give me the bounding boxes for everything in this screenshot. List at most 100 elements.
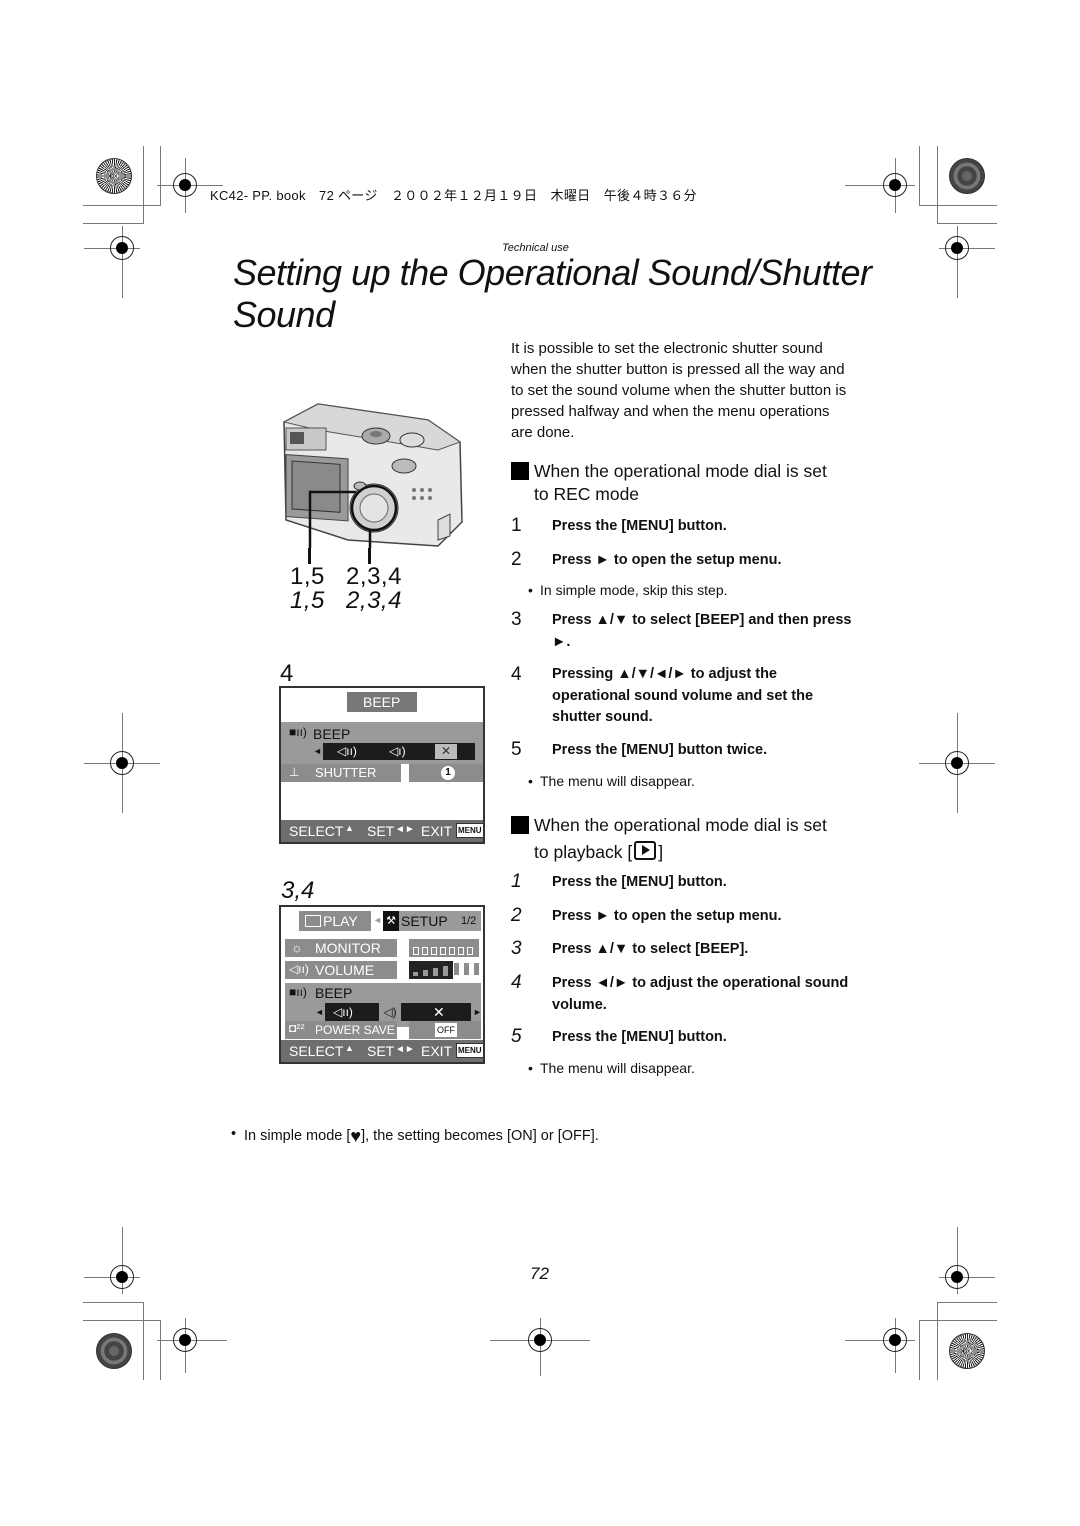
callout-menu-steps: 1,5 [290,563,325,590]
step-number: 5 [511,1026,522,1047]
crop-line [919,205,997,206]
volume-segment-filled [413,972,418,976]
volume-segment-filled [443,966,448,976]
updown-icon: ▲ [345,823,354,833]
beep-label: BEEP [313,726,351,742]
playback-section-heading: When the operational mode dial is set to… [511,812,856,866]
section-bullet-icon [511,816,529,834]
step-text: Press the [MENU] button. [552,874,727,890]
lcd-footer: SELECT ▲ SET ◄► EXIT MENU [281,1040,484,1062]
shutter-sound-value[interactable]: 1 [441,766,455,780]
footer-exit: EXIT [421,1043,453,1059]
dial-registration-mark [949,158,985,194]
note-prefix: In simple mode [ [244,1128,351,1144]
intro-paragraph: It is possible to set the electronic shu… [511,340,847,441]
tab-play-label: PLAY [323,913,358,929]
step-text: Press ► to open the setup menu. [552,552,782,568]
simple-mode-note: In simple mode [♥], the setting becomes … [231,1126,599,1147]
footer-exit: EXIT [421,823,453,839]
callout-cursor-steps: 2,3,4 [346,563,402,590]
shutter-label: SHUTTER [315,765,377,780]
crop-line [160,146,161,206]
footer-set: SET [367,1043,395,1059]
crop-line [83,1320,161,1321]
playback-heading-prefix: to playback [ [534,842,633,862]
arrow-left-icon: ◄ [315,1007,324,1017]
crop-line [919,146,920,206]
lcd-title: BEEP [363,694,401,710]
step-text: Press ▲/▼ to select [BEEP] and then pres… [552,612,852,650]
page-indicator: 1/2 [461,915,477,927]
step-text: Press ▲/▼ to select [BEEP]. [552,941,749,957]
monitor-label: MONITOR [315,940,381,956]
camera-callout-line [308,548,311,564]
section-bullet-icon [511,462,529,480]
footer-select: SELECT [289,1043,344,1059]
step-number: 3 [511,938,522,959]
lcd-beep-screen: BEEP ■ıı) BEEP ◄ ◁ıı) ◁ı) ✕ ⊥ SHUTTER 1 … [279,686,485,844]
arrow-left-icon: ◄ [373,915,382,925]
menu-badge: MENU [456,823,484,838]
playback-heading-suffix: ] [658,842,664,862]
step-number: 4 [511,664,522,685]
volume-segment-empty [453,962,460,976]
rec-heading-line2: to REC mode [534,484,640,504]
speaker-icon: ◁ıı) [289,962,309,976]
camera-illustration [282,403,463,548]
callout-cursor-steps: 2,3,4 [346,587,402,614]
monitor-tick [422,947,428,955]
crop-line [143,146,144,224]
volume-segment-empty [473,962,480,976]
lcd-playback-label: 3,4 [281,877,315,904]
rec-note-simple-mode: In simple mode, skip this step. [528,582,728,598]
power-save-label: POWER SAVE [315,1023,395,1037]
speaker-loud-icon: ◁ıı) [337,744,357,758]
crop-line [937,1302,997,1303]
step-number: 1 [511,515,522,536]
speaker-mute-icon: ✕ [433,1004,445,1020]
heart-icon: ♥ [350,1126,362,1146]
starburst-registration-mark [96,158,132,194]
step-number: 5 [511,739,522,760]
step-number: 1 [511,871,522,892]
monitor-tick [449,947,455,955]
leftright-icon: ◄► [395,824,415,835]
shutter-icon: ⊥ [289,765,300,779]
volume-segment-filled [423,970,428,976]
tab-setup-label: SETUP [401,913,448,929]
crop-line [143,1302,144,1380]
step-number: 2 [511,549,522,570]
crop-line [83,223,144,224]
step-number: 3 [511,609,522,630]
monitor-tick [458,947,464,955]
arrow-left-icon: ◄ [313,746,322,756]
step-text: Press the [MENU] button. [552,1029,727,1045]
monitor-tick [413,947,419,955]
menu-badge: MENU [456,1043,484,1058]
page-number: 72 [530,1264,549,1283]
speaker-soft-icon-selected: ◁) [379,1003,401,1021]
crop-line [937,1302,938,1380]
step-text: Pressing ▲/▼/◄/► to adjust the operation… [552,666,814,725]
rec-heading-line1: When the operational mode dial is set [534,461,827,481]
monitor-tick [440,947,446,955]
dial-registration-mark [96,1333,132,1369]
step-number: 4 [511,972,522,993]
callout-menu-steps: 1,5 [290,587,325,614]
crop-line [919,1320,920,1380]
monitor-tick [431,947,437,955]
callout-playback-mode: 1,5 2,3,4 [290,587,402,615]
playback-heading-line1: When the operational mode dial is set [534,815,827,835]
rec-note-menu-disappear: The menu will disappear. [528,773,695,789]
print-header: KC42- PP. book 72 ページ ２００２年１２月１９日 木曜日 午後… [210,188,697,203]
beep-icon: ■ıı) [289,725,307,739]
step-number: 2 [511,905,522,926]
step-text: Press the [MENU] button. [552,518,727,534]
step-text: Press ◄/► to adjust the operational soun… [552,975,849,1013]
updown-icon: ▲ [345,1043,354,1053]
volume-label: VOLUME [315,962,375,978]
playback-icon [305,915,321,927]
footer-select: SELECT [289,823,344,839]
speaker-loud-icon: ◁ıı) [333,1005,353,1019]
crop-line [919,1320,997,1321]
